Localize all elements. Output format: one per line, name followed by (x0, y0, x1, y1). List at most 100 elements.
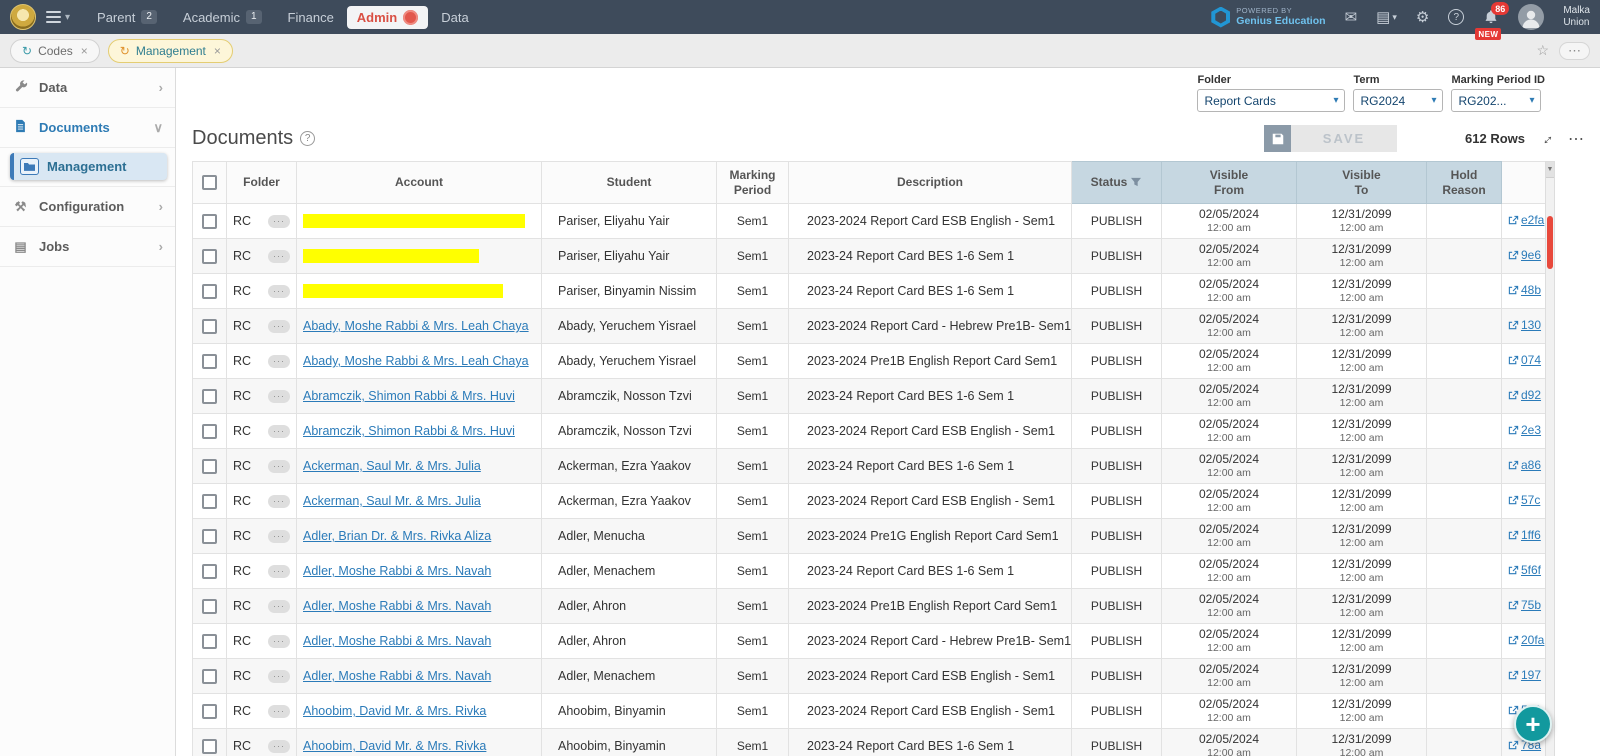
row-checkbox[interactable] (202, 353, 217, 369)
sidebar-item-jobs[interactable]: ▤ Jobs › (0, 227, 175, 267)
notifications-button[interactable]: 86 NEW (1475, 2, 1510, 40)
grid-more-button[interactable]: ⋯ (1568, 129, 1584, 149)
document-link[interactable]: 9e6 (1508, 248, 1541, 262)
account-link[interactable]: Abady, Moshe Rabbi & Mrs. Leah Chaya (303, 354, 529, 368)
row-actions-button[interactable]: ··· (268, 564, 290, 578)
row-checkbox[interactable] (202, 283, 217, 299)
account-link[interactable]: Abramczik, Shimon Rabbi & Mrs. Huvi (303, 424, 515, 438)
col-header-description[interactable]: Description (788, 161, 1072, 204)
sidebar-item-management[interactable]: Management (10, 153, 167, 180)
row-actions-button[interactable]: ··· (268, 704, 290, 718)
help-icon[interactable]: ? (1448, 9, 1465, 25)
row-checkbox[interactable] (202, 668, 217, 684)
account-link[interactable]: Adler, Moshe Rabbi & Mrs. Navah (303, 599, 491, 613)
close-icon[interactable]: × (214, 44, 221, 58)
account-link[interactable]: Ackerman, Saul Mr. & Mrs. Julia (303, 459, 481, 473)
row-actions-button[interactable]: ··· (268, 249, 290, 263)
col-header-hold-reason[interactable]: Hold Reason (1426, 161, 1502, 204)
row-checkbox[interactable] (202, 248, 217, 264)
nav-item-parent[interactable]: Parent 2 (84, 5, 170, 30)
account-link[interactable]: Adler, Brian Dr. & Mrs. Rivka Aliza (303, 529, 491, 543)
document-link[interactable]: 1ff6 (1508, 528, 1541, 542)
term-select[interactable]: RG2024 ▾ (1353, 89, 1444, 112)
tabbar-more-button[interactable]: ⋯ (1559, 41, 1590, 60)
account-link[interactable]: Ahoobim, David Mr. & Mrs. Rivka (303, 739, 486, 753)
sidebar-item-configuration[interactable]: ⚒ Configuration › (0, 187, 175, 227)
marking-period-select[interactable]: RG202... ▾ (1451, 89, 1542, 112)
mail-icon[interactable]: ✉ (1345, 8, 1358, 26)
nav-item-admin[interactable]: Admin (346, 5, 429, 29)
add-document-button[interactable]: + (1514, 705, 1552, 743)
col-header-visible-to[interactable]: Visible To (1296, 161, 1427, 204)
account-link[interactable]: Adler, Moshe Rabbi & Mrs. Navah (303, 564, 491, 578)
document-link[interactable]: 57c (1508, 493, 1540, 507)
nav-item-data[interactable]: Data (428, 5, 481, 30)
row-checkbox[interactable] (202, 563, 217, 579)
row-actions-button[interactable]: ··· (268, 459, 290, 473)
document-link[interactable]: 75b (1508, 598, 1541, 612)
account-link[interactable] (303, 249, 479, 264)
row-actions-button[interactable]: ··· (268, 319, 290, 333)
row-checkbox[interactable] (202, 213, 217, 229)
document-link[interactable]: 5f6f (1508, 563, 1541, 577)
favorite-star-icon[interactable]: ☆ (1536, 42, 1549, 59)
row-checkbox[interactable] (202, 423, 217, 439)
tab-management[interactable]: ↻ Management × (107, 38, 233, 63)
document-link[interactable]: d92 (1508, 388, 1541, 402)
row-checkbox[interactable] (202, 528, 217, 544)
row-checkbox[interactable] (202, 388, 217, 404)
document-link[interactable]: 48b (1508, 283, 1541, 297)
save-button[interactable]: SAVE (1264, 125, 1398, 152)
filter-funnel-icon[interactable] (1130, 177, 1142, 187)
nav-item-academic[interactable]: Academic 1 (170, 5, 275, 30)
account-link[interactable]: Abramczik, Shimon Rabbi & Mrs. Huvi (303, 389, 515, 403)
sidebar-item-data[interactable]: Data › (0, 68, 175, 108)
row-checkbox[interactable] (202, 738, 217, 754)
help-icon[interactable]: ? (300, 131, 316, 146)
row-checkbox[interactable] (202, 493, 217, 509)
document-link[interactable]: 074 (1508, 353, 1541, 367)
select-all-checkbox[interactable] (202, 175, 217, 191)
account-link[interactable] (303, 214, 525, 229)
column-menu-caret-icon[interactable]: ▼ (1546, 162, 1554, 178)
document-link[interactable]: 20fa (1508, 633, 1544, 647)
row-checkbox[interactable] (202, 703, 217, 719)
account-link[interactable]: Ackerman, Saul Mr. & Mrs. Julia (303, 494, 481, 508)
row-actions-button[interactable]: ··· (268, 599, 290, 613)
col-header-account[interactable]: Account (296, 161, 542, 204)
row-actions-button[interactable]: ··· (268, 669, 290, 683)
close-icon[interactable]: × (81, 44, 88, 58)
document-link[interactable]: 130 (1508, 318, 1541, 332)
document-link[interactable]: a86 (1508, 458, 1541, 472)
row-actions-button[interactable]: ··· (268, 389, 290, 403)
reports-menu-button[interactable]: ▤ ▾ (1376, 8, 1397, 26)
col-header-visible-from[interactable]: Visible From (1161, 161, 1297, 204)
vertical-scrollbar[interactable]: ▼ (1545, 161, 1555, 756)
row-actions-button[interactable]: ··· (268, 739, 290, 753)
scrollbar-thumb[interactable] (1547, 216, 1553, 269)
col-header-folder[interactable]: Folder (226, 161, 297, 204)
account-link[interactable]: Adler, Moshe Rabbi & Mrs. Navah (303, 634, 491, 648)
menu-toggle-button[interactable]: ▾ (46, 8, 70, 26)
user-avatar[interactable] (1518, 4, 1545, 30)
nav-item-finance[interactable]: Finance (275, 5, 347, 30)
row-checkbox[interactable] (202, 318, 217, 334)
row-actions-button[interactable]: ··· (268, 529, 290, 543)
row-checkbox[interactable] (202, 458, 217, 474)
row-actions-button[interactable]: ··· (268, 214, 290, 228)
row-actions-button[interactable]: ··· (268, 284, 290, 298)
folder-select[interactable]: Report Cards ▾ (1197, 89, 1346, 112)
support-gear-icon[interactable]: ⚙ (1416, 8, 1429, 26)
tab-codes[interactable]: ↻ Codes × (10, 38, 100, 63)
col-header-marking-period[interactable]: Marking Period (716, 161, 789, 204)
col-header-status[interactable]: Status (1071, 161, 1162, 204)
document-link[interactable]: 197 (1508, 668, 1541, 682)
account-link[interactable] (303, 284, 503, 299)
row-actions-button[interactable]: ··· (268, 424, 290, 438)
sidebar-item-documents[interactable]: Documents ∨ (0, 108, 175, 148)
expand-icon[interactable]: ↔ (1535, 127, 1558, 150)
account-link[interactable]: Abady, Moshe Rabbi & Mrs. Leah Chaya (303, 319, 529, 333)
account-link[interactable]: Adler, Moshe Rabbi & Mrs. Navah (303, 669, 491, 683)
row-checkbox[interactable] (202, 598, 217, 614)
account-link[interactable]: Ahoobim, David Mr. & Mrs. Rivka (303, 704, 486, 718)
